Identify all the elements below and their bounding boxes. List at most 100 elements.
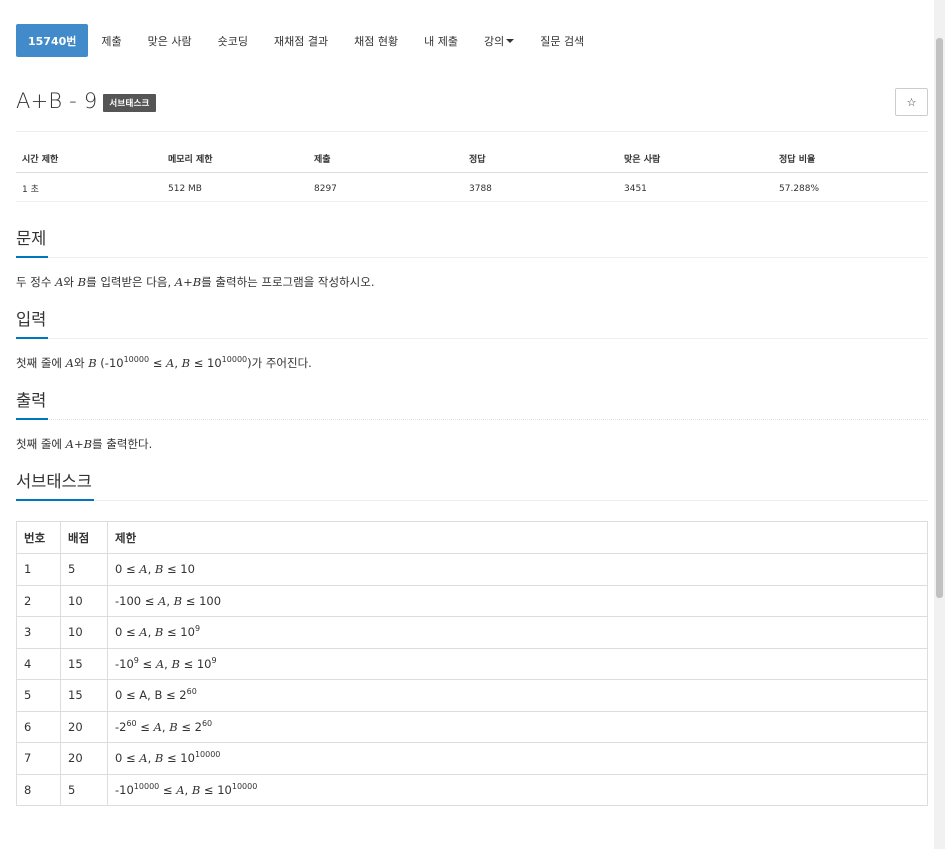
tab-problem-number[interactable]: 15740번	[16, 24, 89, 57]
problem-tabs: 15740번 제출 맞은 사람 숏코딩 재채점 결과 채점 현황 내 제출 강의…	[16, 24, 928, 57]
info-header-row: 시간 제한 메모리 제한 제출 정답 맞은 사람 정답 비율	[16, 152, 928, 173]
vertical-scrollbar[interactable]	[934, 0, 945, 849]
subtask-limit: 0 ≤ A, B ≤ 10	[107, 553, 928, 586]
tab-accepted-users[interactable]: 맞은 사람	[135, 24, 205, 57]
problem-page: 15740번 제출 맞은 사람 숏코딩 재채점 결과 채점 현황 내 제출 강의…	[16, 24, 928, 806]
text-fragment: ,	[174, 356, 182, 370]
input-section: 입력 첫째 줄에 A와 B (-1010000 ≤ A, B ≤ 1010000…	[16, 310, 928, 371]
subtask-score: 20	[60, 710, 108, 743]
math-var: B	[169, 719, 178, 734]
subtask-score: 15	[60, 679, 108, 712]
subtask-number: 8	[16, 773, 61, 806]
text-fragment: ≤	[159, 782, 177, 797]
subtask-table: 번호 배점 제한 1 5 0 ≤ A, B ≤ 10 2 10 -100 ≤ A…	[16, 521, 928, 806]
problem-header: A+B - 9 서브태스크 ☆	[16, 88, 928, 132]
exponent: 10000	[231, 781, 258, 791]
info-value-row: 1 초 512 MB 8297 3788 3451 57.288%	[16, 172, 928, 202]
table-row: 4 15 -109 ≤ A, B ≤ 109	[16, 647, 928, 680]
subtask-score: 10	[60, 616, 108, 649]
exponent: 10000	[221, 355, 248, 365]
subtask-score: 10	[60, 584, 108, 617]
problem-info-table: 시간 제한 메모리 제한 제출 정답 맞은 사람 정답 비율 1 초 512 M…	[16, 152, 928, 202]
problem-section: 문제 두 정수 A와 B를 입력받은 다음, A+B를 출력하는 프로그램을 작…	[16, 229, 928, 290]
text-fragment: 를 입력받은 다음,	[86, 275, 175, 289]
exponent: 9	[211, 655, 217, 665]
tab-question-search[interactable]: 질문 검색	[527, 24, 597, 57]
subtask-limit: 0 ≤ A, B ≤ 109	[107, 616, 928, 649]
exponent: 9	[194, 624, 201, 634]
tab-judge-status[interactable]: 채점 현황	[341, 24, 411, 57]
text-fragment: ≤ 100	[182, 593, 222, 608]
math-var: B	[88, 356, 97, 370]
text-fragment: ,	[147, 562, 155, 577]
input-section-header: 입력	[16, 310, 928, 339]
output-section-header: 출력	[16, 391, 928, 420]
subtask-number: 7	[16, 742, 61, 775]
text-fragment: 0 ≤	[115, 625, 140, 640]
tab-lectures-label: 강의	[483, 34, 505, 48]
text-fragment: ≤ 10	[163, 751, 195, 766]
tab-submit[interactable]: 제출	[88, 24, 134, 57]
math-var: B	[171, 656, 180, 671]
scrollbar-thumb[interactable]	[936, 38, 943, 598]
math-var: B	[77, 275, 87, 289]
text-fragment: 두 정수	[16, 275, 56, 289]
star-icon: ☆	[906, 95, 917, 109]
text-fragment: )가 주어진다.	[247, 356, 312, 370]
exponent: 10000	[194, 750, 221, 760]
math-var: A	[139, 562, 148, 577]
math-var: A	[153, 719, 162, 734]
subtask-score: 20	[60, 742, 108, 775]
text-fragment: -10	[115, 782, 134, 797]
math-var: B	[173, 593, 183, 608]
math-var: A	[139, 625, 148, 640]
input-description: 첫째 줄에 A와 B (-1010000 ≤ A, B ≤ 1010000)가 …	[16, 355, 928, 371]
subtask-number-header: 번호	[16, 521, 61, 554]
tab-rejudge-results[interactable]: 재채점 결과	[261, 24, 341, 57]
math-var: B	[181, 356, 191, 370]
subtask-number: 1	[16, 553, 61, 586]
math-expr: A+B	[65, 437, 93, 451]
subtask-score: 5	[60, 553, 108, 586]
time-limit-header: 시간 제한	[16, 152, 162, 173]
subtask-number: 6	[16, 710, 61, 743]
subtask-score: 5	[60, 773, 108, 806]
text-fragment: 와	[73, 356, 89, 370]
text-fragment: 를 출력하는 프로그램을 작성하시오.	[201, 275, 375, 289]
accepted-value: 3788	[463, 172, 618, 202]
exponent: 60	[186, 687, 197, 697]
text-fragment: 0 ≤ A, B ≤ 2	[115, 688, 187, 703]
exponent: 60	[201, 718, 213, 728]
text-fragment: ,	[184, 782, 192, 797]
text-fragment: -2	[115, 719, 127, 734]
math-var: B	[191, 782, 201, 797]
solvers-header: 맞은 사람	[618, 152, 773, 173]
accepted-header: 정답	[463, 152, 618, 173]
math-var: A	[65, 356, 74, 370]
table-row: 5 15 0 ≤ A, B ≤ 260	[16, 679, 928, 712]
subtask-number: 2	[16, 584, 61, 617]
table-row: 2 10 -100 ≤ A, B ≤ 100	[16, 584, 928, 617]
tab-short-coding[interactable]: 숏코딩	[205, 24, 261, 57]
table-row: 8 5 -1010000 ≤ A, B ≤ 1010000	[16, 773, 928, 806]
text-fragment: ,	[147, 625, 155, 640]
text-fragment: 첫째 줄에	[16, 356, 66, 370]
math-expr: A+B	[174, 275, 202, 289]
favorite-button[interactable]: ☆	[895, 88, 928, 116]
exponent: 10000	[133, 781, 160, 791]
tab-my-submissions[interactable]: 내 제출	[411, 24, 471, 57]
subtask-section-header: 서브태스크	[16, 472, 928, 501]
memory-limit-header: 메모리 제한	[162, 152, 308, 173]
subtask-number: 4	[16, 647, 61, 680]
exponent: 60	[126, 718, 137, 728]
table-row: 6 20 -260 ≤ A, B ≤ 260	[16, 710, 928, 743]
subtask-number: 5	[16, 679, 61, 712]
time-limit-value: 1 초	[16, 172, 162, 202]
subtask-limit: 0 ≤ A, B ≤ 1010000	[107, 742, 928, 775]
text-fragment: ≤	[136, 719, 154, 734]
problem-section-title: 문제	[16, 229, 49, 258]
math-var: A	[139, 751, 148, 766]
text-fragment: ≤ 10	[200, 782, 232, 797]
tab-lectures-dropdown[interactable]: 강의	[471, 24, 527, 57]
subtask-badge[interactable]: 서브태스크	[103, 94, 156, 112]
